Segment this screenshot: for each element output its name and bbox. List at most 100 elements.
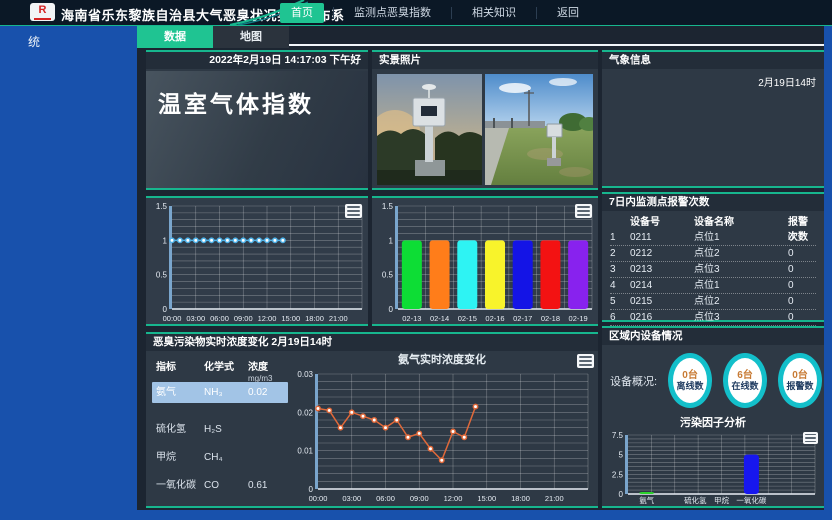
nav-separator (451, 7, 452, 19)
svg-text:12:00: 12:00 (258, 314, 277, 323)
svg-text:1: 1 (163, 236, 168, 245)
svg-text:0: 0 (163, 305, 168, 314)
tab-map[interactable]: 地图 (213, 26, 289, 48)
live-photos-panel: 实景照片 (372, 50, 598, 190)
device-overview-label: 设备概况: (610, 373, 657, 389)
svg-text:09:00: 09:00 (234, 314, 253, 323)
svg-text:02-18: 02-18 (541, 314, 560, 323)
svg-text:00:00: 00:00 (163, 314, 182, 323)
device-overview-row: 设备概况: 0台 离线数 6台 在线数 0台 报警数 (610, 353, 822, 408)
svg-text:氨气: 氨气 (639, 495, 654, 505)
tab-data[interactable]: 数据 (137, 26, 213, 48)
table-row[interactable]: 30213点位30 (610, 262, 816, 278)
odor-pollutant-panel: 恶臭污染物实时浓度变化 2月19日14时 指标 化学式 浓度mg/m3 氨气NH… (146, 332, 598, 508)
alarm-count-title: 7日内监测点报警次数 (602, 194, 824, 211)
daily-index-bar-chart: 0 0.5 1 1.5 02-13 02-14 02-15 02-16 02-17 02-18 02… (372, 196, 598, 326)
svg-text:0.5: 0.5 (156, 271, 168, 280)
offline-count-badge: 0台 离线数 (668, 353, 712, 408)
table-row[interactable]: 60216点位30 (610, 310, 816, 326)
svg-text:12:00: 12:00 (444, 494, 463, 503)
tabbar-underline (289, 44, 824, 46)
alarm-count-panel: 7日内监测点报警次数 设备号 设备名称 报警次数 10211点位10 20212… (602, 192, 824, 322)
svg-text:21:00: 21:00 (329, 314, 348, 323)
table-row[interactable]: 40214点位10 (610, 278, 816, 294)
svg-text:03:00: 03:00 (342, 494, 361, 503)
svg-text:5: 5 (619, 451, 624, 460)
chart-menu-icon[interactable] (803, 432, 818, 444)
svg-text:0.03: 0.03 (297, 370, 313, 379)
chart-menu-icon[interactable] (345, 204, 362, 218)
svg-text:甲烷: 甲烷 (714, 495, 729, 505)
table-row[interactable]: 硫化氢H₂S (152, 419, 288, 440)
svg-text:一氧化碳: 一氧化碳 (736, 495, 766, 505)
greenhouse-panel-body: 温室气体指数 (146, 71, 368, 188)
devices-panel-title: 区域内设备情况 (602, 328, 824, 345)
svg-text:0.02: 0.02 (297, 408, 313, 417)
table-row[interactable]: 10211点位10 (610, 230, 816, 246)
title-overflow-text: 统 (28, 33, 40, 50)
svg-text:1.5: 1.5 (156, 202, 168, 211)
photo-field-station[interactable] (485, 74, 593, 185)
svg-text:21:00: 21:00 (545, 494, 564, 503)
svg-text:15:00: 15:00 (477, 494, 496, 503)
svg-text:02-19: 02-19 (569, 314, 588, 323)
svg-text:1.5: 1.5 (382, 202, 394, 211)
svg-text:18:00: 18:00 (511, 494, 530, 503)
svg-text:2.5: 2.5 (612, 470, 624, 479)
datetime-text: 2022年2月19日 14:17:03 下午好 (146, 52, 368, 69)
nav-item-back[interactable]: 返回 (546, 3, 590, 23)
nh3-line-chart: 氨气实时浓度变化 0 0.01 0.02 0.03 00:00 03:00 06:00 09:… (288, 353, 596, 506)
svg-text:06:00: 06:00 (376, 494, 395, 503)
svg-text:18:00: 18:00 (305, 314, 324, 323)
svg-text:0.01: 0.01 (297, 447, 313, 456)
odor-index-line-chart: 00.511.500:0003:0006:0009:0012:0015:0018… (146, 196, 368, 326)
alarm-count-badge: 0台 报警数 (778, 353, 822, 408)
nh3-chart-title: 氨气实时浓度变化 (288, 353, 596, 368)
app-logo-icon: R (30, 3, 55, 21)
table-row[interactable]: 20212点位20 (610, 246, 816, 262)
pollution-factor-bar-chart: 0 2.5 5 7.5 氨气 硫化氢甲烷一氧化碳 (606, 430, 820, 506)
table-row[interactable]: 一氧化碳CO0.61 (152, 475, 288, 496)
svg-text:02-13: 02-13 (402, 314, 421, 323)
online-count-badge: 6台 在线数 (723, 353, 767, 408)
table-row-selected[interactable]: 氨气NH₃0.02 (152, 382, 288, 403)
nav-separator (333, 7, 334, 19)
svg-text:0: 0 (309, 485, 314, 494)
svg-text:0: 0 (619, 490, 624, 499)
svg-text:00:00: 00:00 (309, 494, 328, 503)
greenhouse-index-title: 温室气体指数 (146, 71, 368, 119)
chart-menu-icon[interactable] (575, 204, 592, 218)
svg-text:02-16: 02-16 (485, 314, 504, 323)
weather-info-title: 气象信息 (602, 52, 824, 69)
odor-table-header: 指标 化学式 浓度mg/m3 (156, 358, 286, 384)
chart-menu-icon[interactable] (577, 354, 594, 368)
devices-panel: 区域内设备情况 设备概况: 0台 离线数 6台 在线数 0台 报警数 污染因子分… (602, 326, 824, 508)
table-row[interactable]: 50215点位20 (610, 294, 816, 310)
odor-pollutant-title: 恶臭污染物实时浓度变化 2月19日14时 (146, 334, 598, 351)
svg-text:02-15: 02-15 (458, 314, 477, 323)
photo-row (377, 74, 593, 185)
svg-text:7.5: 7.5 (612, 431, 624, 440)
svg-text:0: 0 (389, 305, 394, 314)
alarm-table: 设备号 设备名称 报警次数 10211点位10 20212点位20 30213点… (610, 215, 816, 326)
nav-item-odor-index[interactable]: 监测点恶臭指数 (343, 3, 442, 23)
weather-time-text: 2月19日14时 (758, 74, 816, 89)
nav-separator (536, 7, 537, 19)
svg-text:硫化氢: 硫化氢 (684, 495, 707, 505)
svg-text:02-17: 02-17 (513, 314, 532, 323)
table-row[interactable]: 甲烷CH₄ (152, 447, 288, 468)
nav-item-knowledge[interactable]: 相关知识 (461, 3, 527, 23)
svg-text:0.5: 0.5 (382, 271, 394, 280)
svg-text:09:00: 09:00 (410, 494, 429, 503)
odor-table: 氨气NH₃0.02 硫化氢H₂S 甲烷CH₄ 一氧化碳CO0.61 (152, 382, 288, 496)
svg-text:15:00: 15:00 (281, 314, 300, 323)
main-nav: 首页 监测点恶臭指数 相关知识 返回 (280, 3, 590, 23)
svg-text:02-14: 02-14 (430, 314, 449, 323)
greenhouse-index-panel: 2022年2月19日 14:17:03 下午好 温室气体指数 (146, 50, 368, 190)
svg-text:1: 1 (389, 236, 394, 245)
svg-text:03:00: 03:00 (186, 314, 205, 323)
weather-info-panel: 气象信息 2月19日14时 (602, 50, 824, 188)
live-photos-title: 实景照片 (372, 52, 598, 69)
photo-dusk-station[interactable] (377, 74, 482, 185)
nav-item-home[interactable]: 首页 (280, 3, 324, 23)
